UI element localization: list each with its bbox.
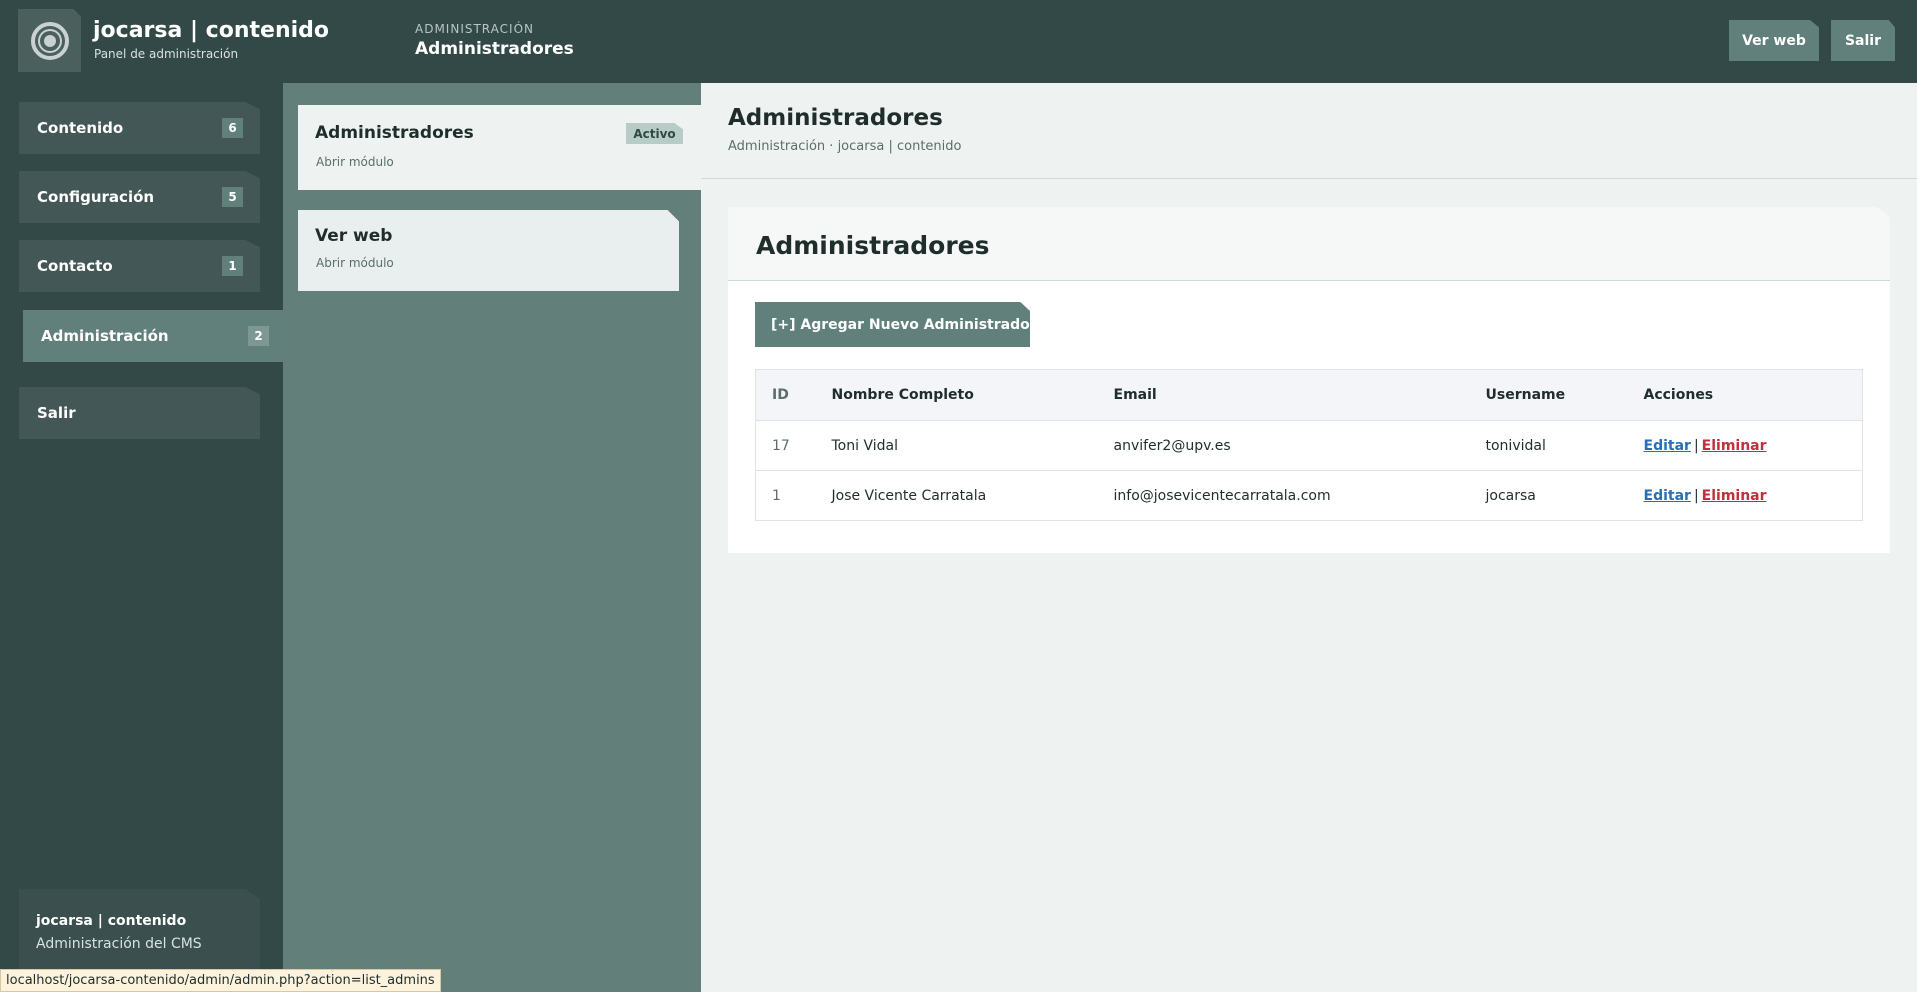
table-row: 17 Toni Vidal anvifer2@upv.es tonividal … bbox=[755, 420, 1863, 471]
cell-username: jocarsa bbox=[1485, 487, 1536, 504]
sidebar-item-contacto[interactable]: Contacto 1 bbox=[19, 240, 260, 292]
module-list: Administradores Abrir módulo Activo Ver … bbox=[283, 83, 701, 992]
main-content: Administradores Administración · jocarsa… bbox=[701, 83, 1917, 992]
sidebar: Contenido 6 Configuración 5 Contacto 1 A… bbox=[0, 83, 283, 992]
page-header: Administradores Administración · jocarsa… bbox=[701, 83, 1917, 179]
status-bar-url: localhost/jocarsa-contenido/admin/admin.… bbox=[0, 969, 441, 992]
cell-username: tonividal bbox=[1485, 437, 1546, 454]
edit-link[interactable]: Editar bbox=[1644, 488, 1691, 504]
gear-logo-icon bbox=[30, 21, 69, 60]
cell-id: 1 bbox=[772, 487, 781, 504]
sidebar-item-label: Contenido bbox=[37, 119, 124, 137]
top-header: jocarsa | contenido Panel de administrac… bbox=[0, 0, 1917, 83]
cell-actions: Editar | Eliminar bbox=[1644, 421, 1863, 471]
column-header-actions: Acciones bbox=[1643, 387, 1714, 403]
table-header-row: ID Nombre Completo Email Username Accion… bbox=[755, 369, 1863, 421]
sidebar-item-administracion[interactable]: Administración 2 bbox=[23, 310, 283, 362]
sidebar-item-label: Salir bbox=[37, 404, 76, 422]
count-badge: 2 bbox=[248, 326, 269, 346]
module-card-ver-web[interactable]: Ver web Abrir módulo bbox=[298, 210, 679, 291]
action-separator: | bbox=[1693, 487, 1699, 504]
cell-email: anvifer2@upv.es bbox=[1113, 437, 1231, 454]
cell-actions: Editar | Eliminar bbox=[1644, 471, 1863, 521]
sidebar-item-label: Configuración bbox=[37, 188, 155, 206]
sidebar-item-label: Administración bbox=[41, 327, 169, 345]
count-badge: 5 bbox=[222, 187, 243, 207]
footer-title: jocarsa | contenido bbox=[36, 913, 187, 929]
column-header-id: ID bbox=[772, 387, 789, 403]
column-header-username: Username bbox=[1485, 387, 1566, 403]
delete-link[interactable]: Eliminar bbox=[1702, 488, 1767, 504]
module-title: Ver web bbox=[315, 226, 393, 246]
logo[interactable] bbox=[18, 9, 81, 72]
add-admin-button[interactable]: [+] Agregar Nuevo Administrador bbox=[755, 302, 1030, 347]
cell-email: info@josevicentecarratala.com bbox=[1113, 487, 1331, 504]
cell-id: 17 bbox=[772, 437, 790, 454]
brand-title: jocarsa | contenido bbox=[93, 18, 330, 43]
panel-header: Administradores bbox=[728, 207, 1890, 281]
ver-web-button[interactable]: Ver web bbox=[1729, 20, 1819, 61]
count-badge: 6 bbox=[222, 118, 243, 138]
page-title: Administradores bbox=[728, 105, 943, 131]
admins-panel: Administradores [+] Agregar Nuevo Admini… bbox=[728, 207, 1890, 553]
footer-subtitle: Administración del CMS bbox=[36, 936, 202, 952]
count-badge: 1 bbox=[222, 256, 243, 276]
active-badge: Activo bbox=[626, 123, 683, 144]
module-title: Administradores bbox=[315, 123, 474, 143]
section-title: Administradores bbox=[415, 39, 574, 59]
edit-link[interactable]: Editar bbox=[1644, 438, 1691, 454]
cell-name: Jose Vicente Carratala bbox=[831, 487, 987, 504]
sidebar-item-contenido[interactable]: Contenido 6 bbox=[19, 102, 260, 154]
sidebar-item-label: Contacto bbox=[37, 257, 113, 275]
module-subtitle: Abrir módulo bbox=[316, 256, 394, 270]
admins-table: ID Nombre Completo Email Username Accion… bbox=[755, 369, 1863, 521]
action-separator: | bbox=[1693, 437, 1699, 454]
brand-subtitle: Panel de administración bbox=[94, 47, 239, 61]
section-label: ADMINISTRACIÓN bbox=[415, 22, 534, 36]
sidebar-item-salir[interactable]: Salir bbox=[19, 387, 260, 439]
column-header-email: Email bbox=[1113, 387, 1157, 403]
sidebar-item-configuracion[interactable]: Configuración 5 bbox=[19, 171, 260, 223]
breadcrumb: Administración · jocarsa | contenido bbox=[728, 139, 962, 154]
cell-name: Toni Vidal bbox=[831, 437, 898, 454]
delete-link[interactable]: Eliminar bbox=[1702, 438, 1767, 454]
logout-button[interactable]: Salir bbox=[1831, 20, 1895, 61]
module-card-administradores[interactable]: Administradores Abrir módulo Activo bbox=[298, 105, 701, 190]
table-row: 1 Jose Vicente Carratala info@josevicent… bbox=[755, 470, 1863, 521]
module-subtitle: Abrir módulo bbox=[316, 155, 394, 169]
panel-title: Administradores bbox=[756, 231, 990, 260]
column-header-name: Nombre Completo bbox=[831, 387, 974, 403]
